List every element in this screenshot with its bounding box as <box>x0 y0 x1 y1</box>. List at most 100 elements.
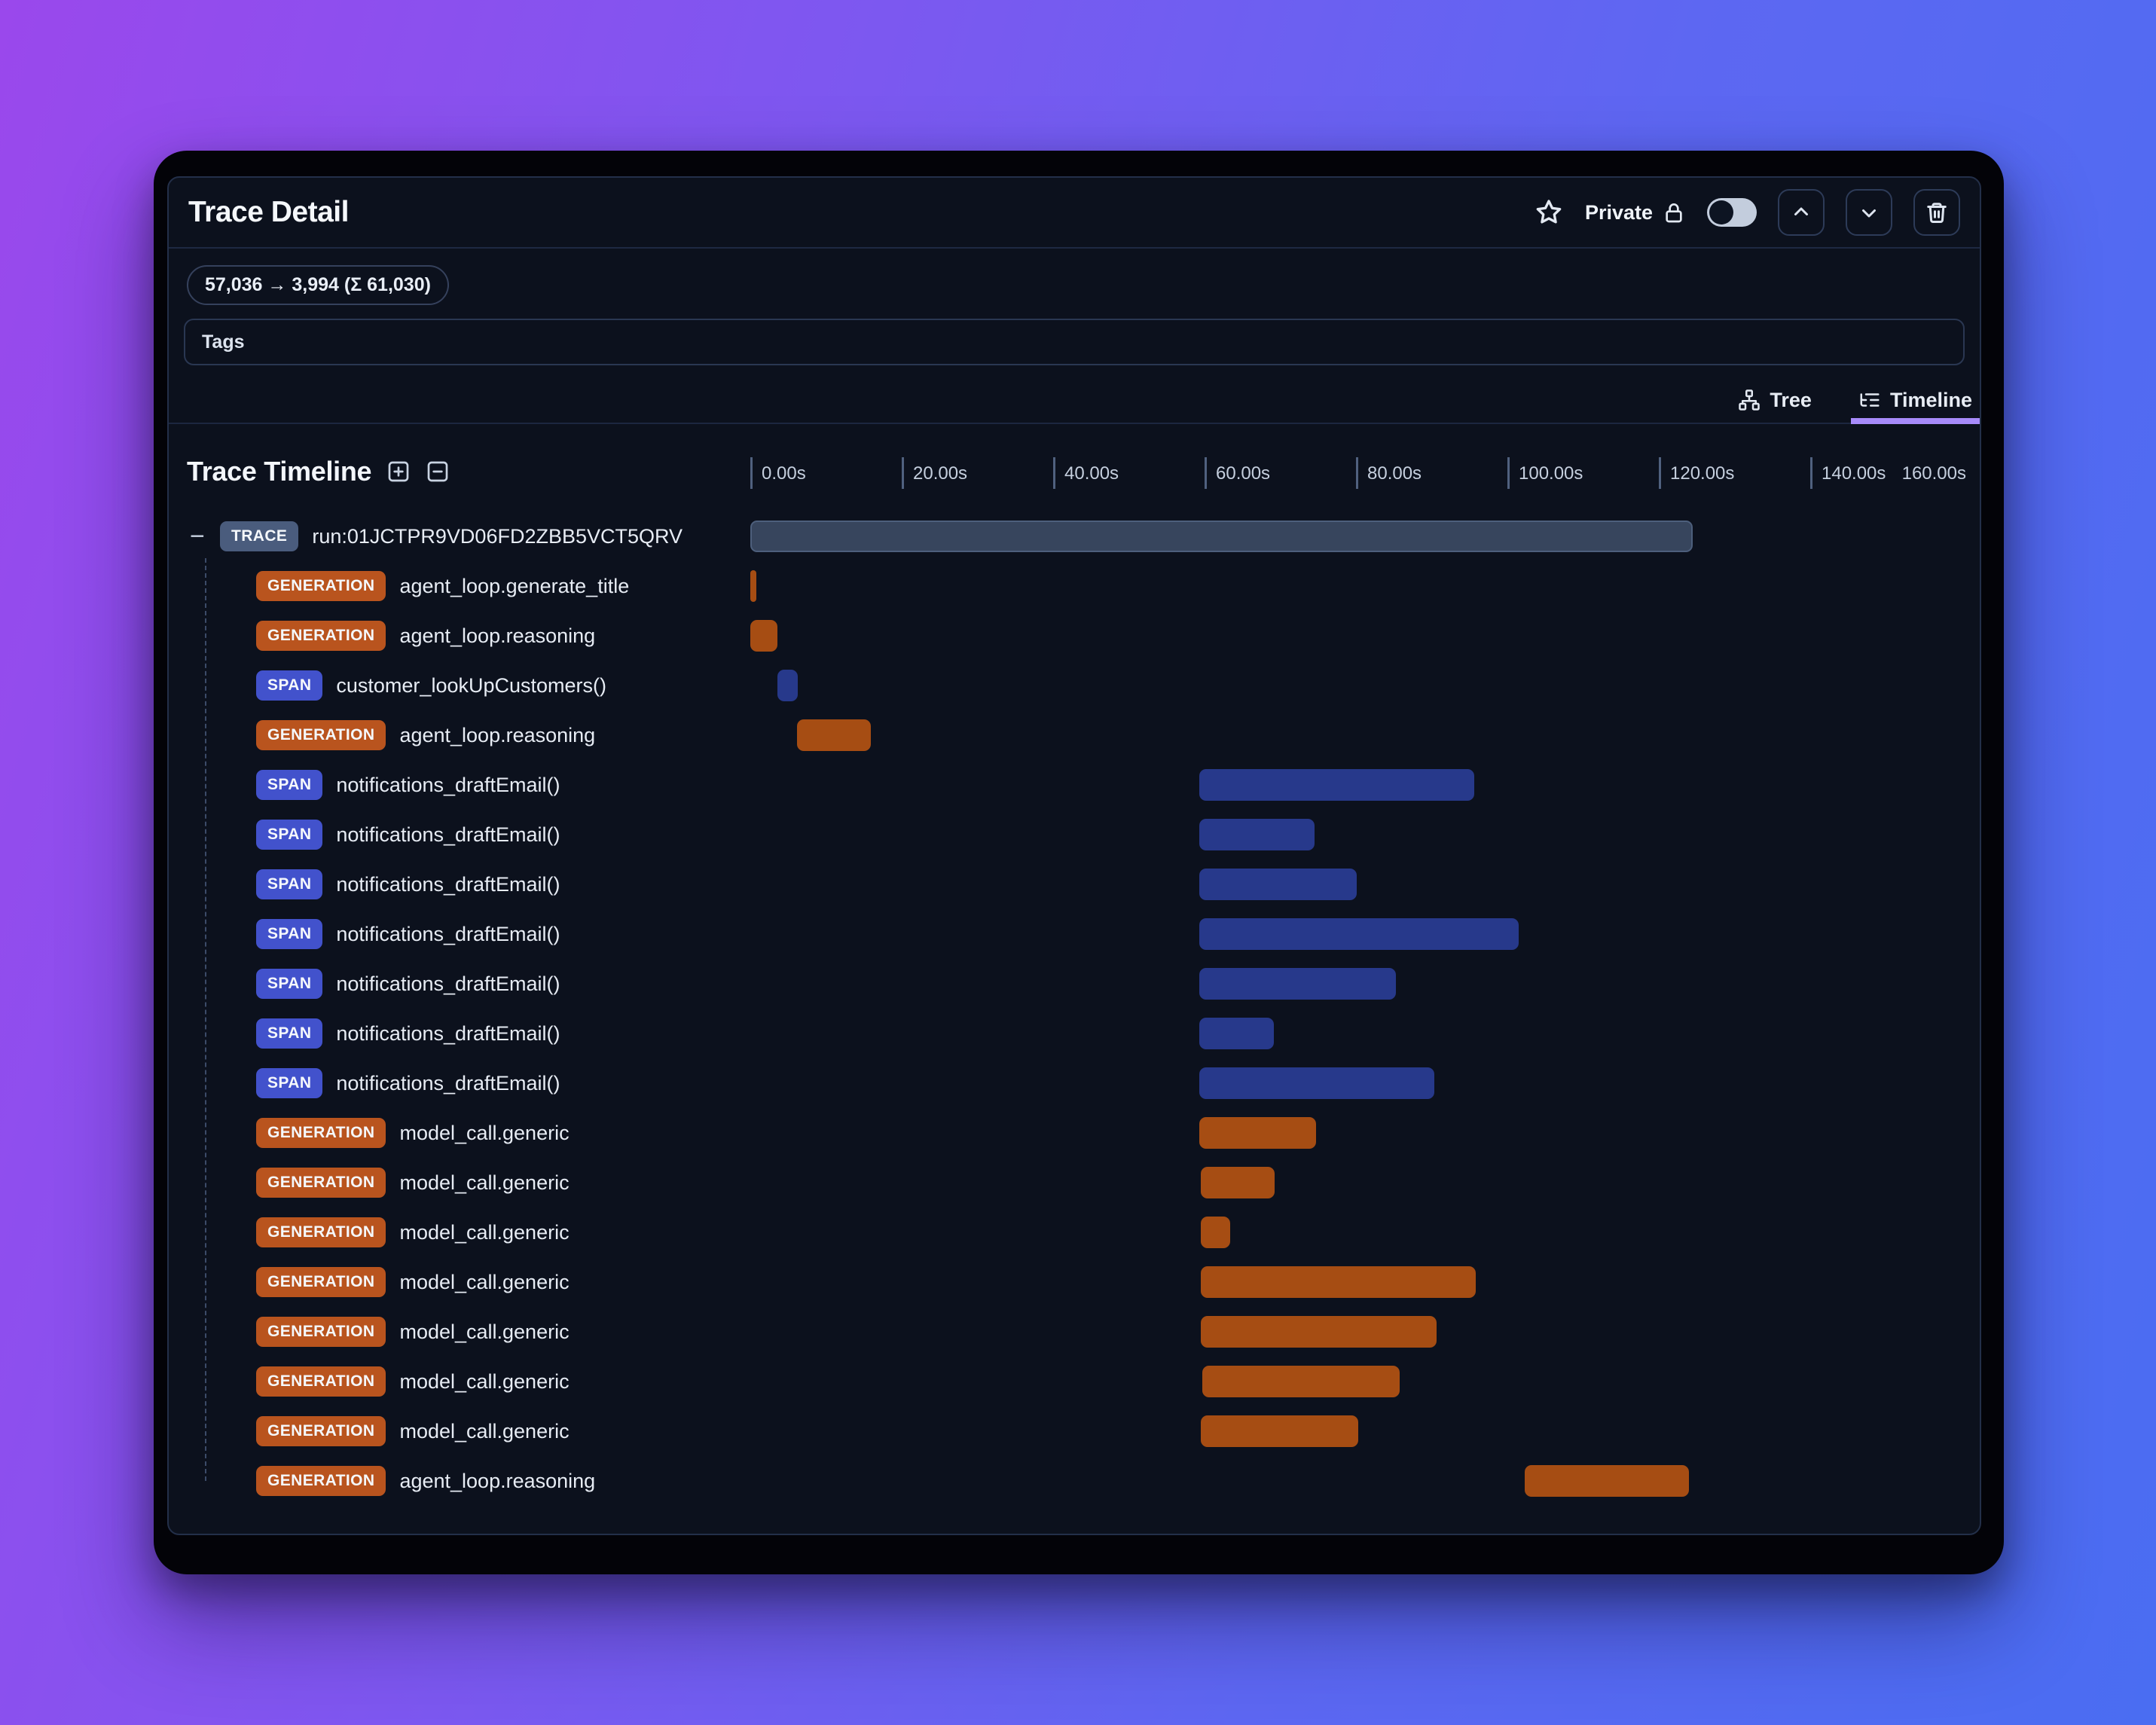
privacy-label: Private <box>1584 200 1653 224</box>
row-type-badge: GENERATION <box>256 1416 386 1446</box>
timeline-bar[interactable] <box>1200 1167 1275 1198</box>
lock-icon <box>1662 200 1686 224</box>
next-trace-button[interactable] <box>1846 189 1892 236</box>
row-type-badge: GENERATION <box>256 1366 386 1397</box>
row-type-badge: GENERATION <box>256 1466 386 1496</box>
timeline-row[interactable]: GENERATION model_call.generic <box>169 1158 1980 1208</box>
timeline-row[interactable]: GENERATION model_call.generic <box>169 1108 1980 1158</box>
timeline-row[interactable]: SPAN notifications_draftEmail() <box>169 760 1980 810</box>
axis-tick: 100.00s <box>1507 457 1583 489</box>
collapse-icon[interactable]: − <box>190 524 220 549</box>
timeline-row[interactable]: GENERATION model_call.generic <box>169 1406 1980 1456</box>
timeline-row[interactable]: SPAN notifications_draftEmail() <box>169 959 1980 1009</box>
row-type-badge: SPAN <box>256 1068 323 1098</box>
row-type-badge: GENERATION <box>256 1267 386 1297</box>
row-label: agent_loop.reasoning <box>399 624 596 647</box>
timeline-bar[interactable] <box>750 521 1693 552</box>
row-label: notifications_draftEmail() <box>336 972 560 995</box>
timeline-bar[interactable] <box>797 719 871 751</box>
timeline-bar[interactable] <box>1200 1217 1231 1248</box>
timeline-icon <box>1858 389 1881 411</box>
timeline-row[interactable]: − TRACE run:01JCTPR9VD06FD2ZBB5VCT5QRV <box>169 511 1980 561</box>
timeline-bar[interactable] <box>1200 1316 1437 1348</box>
row-label: notifications_draftEmail() <box>336 1021 560 1045</box>
timeline-bar[interactable] <box>1199 1117 1316 1149</box>
tick-label: 160.00s <box>1901 463 1966 484</box>
minus-square-icon[interactable] <box>426 459 450 484</box>
plus-square-icon[interactable] <box>386 459 411 484</box>
view-tabs: Tree Timeline <box>169 377 1980 424</box>
tick-label: 80.00s <box>1367 463 1422 484</box>
timeline-row[interactable]: SPAN customer_lookUpCustomers() <box>169 661 1980 710</box>
row-label: customer_lookUpCustomers() <box>336 673 606 697</box>
timeline-bar[interactable] <box>777 670 799 701</box>
timeline-row[interactable]: SPAN notifications_draftEmail() <box>169 859 1980 909</box>
public-toggle[interactable] <box>1707 198 1757 227</box>
tab-timeline[interactable]: Timeline <box>1850 377 1980 424</box>
timeline-row[interactable]: GENERATION agent_loop.generate_title <box>169 561 1980 611</box>
timeline-bar[interactable] <box>1200 1266 1476 1298</box>
timeline-row[interactable]: SPAN notifications_draftEmail() <box>169 909 1980 959</box>
row-label: model_call.generic <box>399 1270 570 1293</box>
row-type-badge: TRACE <box>220 521 299 551</box>
axis-tick: 140.00s <box>1810 457 1886 489</box>
tab-tree[interactable]: Tree <box>1733 377 1816 423</box>
axis-tick: 60.00s <box>1205 457 1270 489</box>
tab-tree-label: Tree <box>1770 388 1812 411</box>
tick-label: 40.00s <box>1064 463 1119 484</box>
tick-label: 140.00s <box>1822 463 1886 484</box>
timeline-row[interactable]: GENERATION agent_loop.reasoning <box>169 611 1980 661</box>
token-usage-badge: 57,036 → 3,994 (Σ 61,030) <box>187 265 449 305</box>
tick-label: 20.00s <box>913 463 968 484</box>
row-label: notifications_draftEmail() <box>336 773 560 796</box>
tick-label: 60.00s <box>1216 463 1271 484</box>
row-label: notifications_draftEmail() <box>336 823 560 846</box>
timeline-row[interactable]: GENERATION model_call.generic <box>169 1357 1980 1406</box>
timeline-row[interactable]: GENERATION model_call.generic <box>169 1307 1980 1357</box>
timeline-bar[interactable] <box>750 570 757 602</box>
timeline-bar[interactable] <box>1199 1067 1434 1099</box>
tick-mark <box>902 457 904 489</box>
timeline-bar[interactable] <box>1202 1366 1400 1397</box>
timeline-row[interactable]: GENERATION agent_loop.reasoning <box>169 710 1980 760</box>
prev-trace-button[interactable] <box>1778 189 1825 236</box>
timeline-bar[interactable] <box>1199 819 1315 850</box>
axis-tick: 80.00s <box>1356 457 1422 489</box>
row-type-badge: GENERATION <box>256 1317 386 1347</box>
trace-detail-window: Trace Detail Private 57,036 → 3,994 (Σ 6… <box>154 151 2004 1574</box>
row-label: notifications_draftEmail() <box>336 872 560 896</box>
timeline-bar[interactable] <box>750 620 778 652</box>
axis-tick: 20.00s <box>902 457 967 489</box>
row-label: model_call.generic <box>399 1320 570 1343</box>
timeline-bar[interactable] <box>1199 968 1397 1000</box>
timeline-bar[interactable] <box>1199 1018 1275 1049</box>
timeline-bar[interactable] <box>1199 869 1357 900</box>
delete-trace-button[interactable] <box>1913 189 1960 236</box>
timeline-row[interactable]: GENERATION model_call.generic <box>169 1208 1980 1257</box>
row-type-badge: SPAN <box>256 919 323 949</box>
tick-label: 0.00s <box>762 463 806 484</box>
row-label: run:01JCTPR9VD06FD2ZBB5VCT5QRV <box>312 524 683 548</box>
row-label: model_call.generic <box>399 1220 570 1244</box>
timeline-bar[interactable] <box>1525 1465 1690 1497</box>
row-label: agent_loop.reasoning <box>399 1469 596 1492</box>
timeline-row[interactable]: SPAN notifications_draftEmail() <box>169 810 1980 859</box>
tags-field[interactable]: Tags <box>184 319 1965 365</box>
tree-icon <box>1738 389 1761 411</box>
row-type-badge: SPAN <box>256 969 323 999</box>
timeline-row[interactable]: SPAN notifications_draftEmail() <box>169 1009 1980 1058</box>
timeline-row[interactable]: GENERATION model_call.generic <box>169 1257 1980 1307</box>
timeline-row[interactable]: GENERATION agent_loop.reasoning <box>169 1456 1980 1506</box>
row-label: agent_loop.reasoning <box>399 723 596 746</box>
timeline-row[interactable]: SPAN notifications_draftEmail() <box>169 1058 1980 1108</box>
timeline-bar[interactable] <box>1199 918 1519 950</box>
toggle-knob <box>1709 200 1733 224</box>
axis-tick: 120.00s <box>1659 457 1734 489</box>
header-controls: Private <box>1534 189 1960 236</box>
timeline-bar[interactable] <box>1199 769 1474 801</box>
axis-tick: 40.00s <box>1053 457 1119 489</box>
timeline-bar[interactable] <box>1200 1415 1358 1447</box>
tab-timeline-label: Timeline <box>1889 388 1972 411</box>
star-icon[interactable] <box>1534 197 1564 227</box>
tick-mark <box>1659 457 1661 489</box>
